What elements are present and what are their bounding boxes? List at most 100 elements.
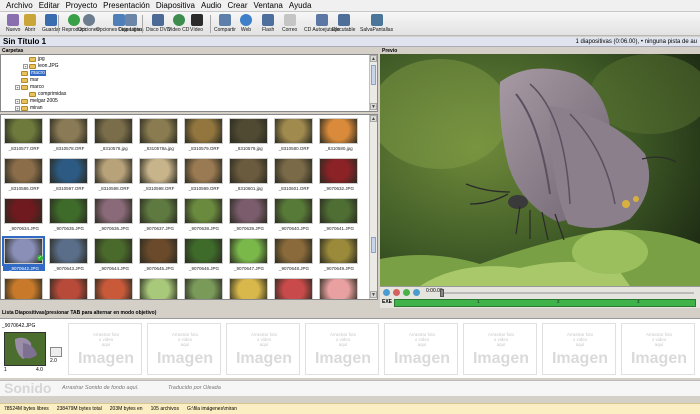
play-icon[interactable] [403,289,410,296]
stop-icon[interactable] [393,289,400,296]
menu-7[interactable]: Ventana [251,1,286,10]
thumbnail-item[interactable]: _8310598.ORF [138,157,180,197]
scroll-down-icon[interactable]: ▼ [370,103,377,110]
thumbnail-item[interactable]: _9070641.JPG [318,197,360,237]
thumbnail-item[interactable] [318,277,360,299]
empty-slide-slot[interactable]: Arrastrar foto o video aquí Imagen [621,323,695,375]
sound-bar[interactable]: Sonido Arrastrar Sonido de fondo aquí. T… [0,380,700,396]
toolbar-button-9[interactable]: Vídeo [190,13,203,35]
thumbnail-item[interactable]: _8310597.ORF [48,157,90,197]
thumbnail-item[interactable]: _8310579.jpg [228,117,270,157]
slide-number: 1 [4,367,7,373]
thumbnail-item[interactable]: _8310580.jpg [318,117,360,157]
folder-item[interactable]: macro [15,70,46,76]
toolbar-button-6[interactable]: Caja Ligera [118,13,144,35]
next-icon[interactable] [413,289,420,296]
empty-slide-slot[interactable]: Arrastrar foto o video aquí Imagen [68,323,142,375]
menu-3[interactable]: Presentación [100,1,153,10]
thumbnail-item[interactable]: _9070635.JPG [48,197,90,237]
expand-icon[interactable]: + [15,105,20,111]
thumbnail-item[interactable]: _8310598.ORF [93,157,135,197]
seek-handle[interactable] [440,289,444,297]
folder-item[interactable]: + melgar 2005 [15,98,58,104]
toolbar-button-8[interactable]: Video CD [168,13,189,35]
thumbnail-item[interactable]: _8310577.ORF [3,117,45,157]
expand-icon[interactable]: + [23,63,28,69]
thumbnail-item[interactable]: _9070634.JPG [3,197,45,237]
menu-2[interactable]: Proyecto [63,1,101,10]
toolbar-button-13[interactable]: Correo [282,13,297,35]
seek-slider[interactable] [440,289,694,297]
empty-slide-slot[interactable]: Arrastrar foto o video aquí Imagen [226,323,300,375]
thumbnail-item[interactable]: _9070647.JPG [228,237,270,277]
scroll-thumb[interactable] [371,237,376,253]
thumbnail-item[interactable] [48,277,90,299]
thumbnail-item[interactable]: _8310578.ORF [48,117,90,157]
empty-slide-slot[interactable]: Arrastrar foto o video aquí Imagen [542,323,616,375]
thumbnail-item[interactable]: _8310599.ORF [183,157,225,197]
thumbnail-item[interactable]: _8310579.ORF [183,117,225,157]
thumbnail-item[interactable] [93,277,135,299]
toolbar-button-7[interactable]: Disco DVD [146,13,170,35]
empty-slide-slot[interactable]: Arrastrar foto o video aquí Imagen [384,323,458,375]
empty-slide-slot[interactable]: Arrastrar foto o video aquí Imagen [305,323,379,375]
toolbar-button-0[interactable]: Nuevo [6,13,20,35]
thumbnail-item[interactable]: _9070645.JPG [138,237,180,277]
folder-item[interactable]: + leon.JPG [23,63,59,69]
thumbnail-item[interactable]: _9070637.JPG [138,197,180,237]
thumbnail-item[interactable]: _8310578a.jpg [138,117,180,157]
scroll-thumb[interactable] [371,65,376,85]
folder-item[interactable]: + marco [15,84,44,90]
thumbnail-item[interactable]: _9070639.JPG [228,197,270,237]
toolbar-button-1[interactable]: Abrir [24,13,36,35]
thumbnail-item[interactable]: _9070632.JPG [318,157,360,197]
thumbnail-item[interactable]: _9070643.JPG [48,237,90,277]
thumbnail-item[interactable]: _8310601.ORF [273,157,315,197]
folder-item[interactable]: jpg [23,56,45,62]
transition-icon[interactable] [50,347,62,357]
menu-8[interactable]: Ayuda [286,1,315,10]
toolbar-button-16[interactable]: SalvaPantallas [360,13,393,35]
folder-item[interactable]: comprimidas [23,91,66,97]
scroll-up-icon[interactable]: ▲ [370,55,377,62]
thumbnail-item[interactable]: _8310580.ORF [273,117,315,157]
thumbnail-item[interactable]: _8310586.ORF [3,157,45,197]
toolbar-button-10[interactable]: Compartir [214,13,236,35]
thumbnail-item[interactable]: _9070640.JPG [273,197,315,237]
folder-tree-scrollbar[interactable]: ▲ ▼ [369,55,377,111]
thumbnail-item[interactable] [273,277,315,299]
timeline[interactable]: 1 2 3 [394,299,696,307]
empty-slide-slot[interactable]: Arrastrar foto o video aquí Imagen [463,323,537,375]
thumbnail-item[interactable]: _8310601.jpg [228,157,270,197]
thumbnail-item[interactable] [183,277,225,299]
toolbar-button-15[interactable]: Ejecutable [332,13,355,35]
toolbar-button-12[interactable]: Flash [262,13,274,35]
thumbnail-item[interactable] [3,277,45,299]
thumbnail-item[interactable]: _9070642.JPG ✓ [2,236,45,277]
slide-item[interactable]: _9070642.JPG 2.0 1 4.0 [2,323,66,375]
folder-item[interactable]: + miran [15,105,43,111]
thumbnail-item[interactable] [228,277,270,299]
empty-slide-slot[interactable]: Arrastrar foto o video aquí Imagen [147,323,221,375]
thumbnail-item[interactable]: _9070648.JPG [273,237,315,277]
folder-item[interactable]: mar [15,77,39,83]
thumbnail-item[interactable]: _8310578.jpg [93,117,135,157]
thumbnail-item[interactable]: _9070644.JPG [93,237,135,277]
thumbnail-item[interactable]: _9070638.JPG [183,197,225,237]
menu-1[interactable]: Editar [36,1,63,10]
thumbnail-item[interactable]: _9070636.JPG [93,197,135,237]
thumbnail-scrollbar[interactable]: ▲ ▼ [369,115,377,299]
previous-icon[interactable] [383,289,390,296]
scroll-up-icon[interactable]: ▲ [370,115,377,122]
thumbnail-item[interactable] [138,277,180,299]
menu-5[interactable]: Audio [198,1,224,10]
menu-4[interactable]: Diapositiva [153,1,198,10]
scroll-down-icon[interactable]: ▼ [370,291,377,298]
thumbnail-item[interactable]: _9070649.JPG [318,237,360,277]
toolbar-button-11[interactable]: Web [240,13,252,35]
menu-6[interactable]: Crear [224,1,250,10]
expand-icon[interactable]: + [15,98,20,104]
menu-0[interactable]: Archivo [3,1,36,10]
thumbnail-item[interactable]: _9070646.JPG [183,237,225,277]
expand-icon[interactable]: + [15,84,20,90]
